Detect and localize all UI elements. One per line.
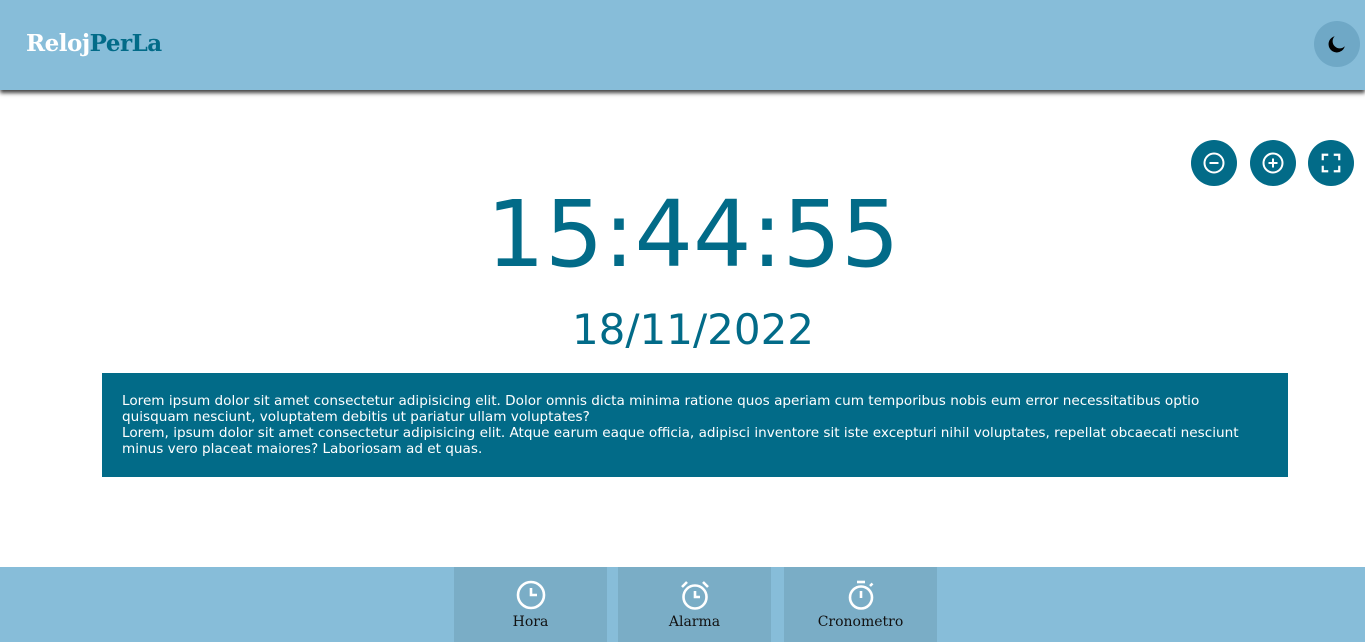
tab-hora[interactable]: Hora: [454, 567, 607, 642]
logo[interactable]: RelojPerLa: [26, 30, 162, 57]
zoom-out-icon: [1203, 152, 1225, 174]
description-paragraph-1: Lorem ipsum dolor sit amet consectetur a…: [122, 393, 1200, 425]
tab-alarma[interactable]: Alarma: [618, 567, 771, 642]
tab-alarma-label: Alarma: [668, 614, 721, 630]
fullscreen-icon: [1321, 153, 1341, 173]
moon-icon: [1328, 36, 1345, 53]
logo-part-perla: PerLa: [89, 30, 163, 57]
zoom-in-icon: [1262, 152, 1284, 174]
tab-hora-label: Hora: [512, 614, 549, 630]
theme-toggle-button[interactable]: [1314, 21, 1360, 67]
clock-icon: [516, 580, 545, 610]
header: RelojPerLa: [0, 0, 1365, 90]
alarm-clock-icon: [680, 581, 709, 610]
clock-date: 18/11/2022: [571, 305, 815, 354]
footer-nav: Hora Alarma Cronometro: [0, 567, 1365, 642]
stopwatch-icon: [848, 580, 873, 610]
clock-time: 15:44:55: [486, 181, 900, 288]
tab-cronometro-label: Cronometro: [817, 614, 904, 630]
description-box: Lorem ipsum dolor sit amet consectetur a…: [102, 373, 1288, 477]
logo-part-reloj: Reloj: [26, 30, 90, 57]
description-paragraph-2: Lorem, ipsum dolor sit amet consectetur …: [122, 425, 1239, 457]
tab-cronometro[interactable]: Cronometro: [784, 567, 937, 642]
